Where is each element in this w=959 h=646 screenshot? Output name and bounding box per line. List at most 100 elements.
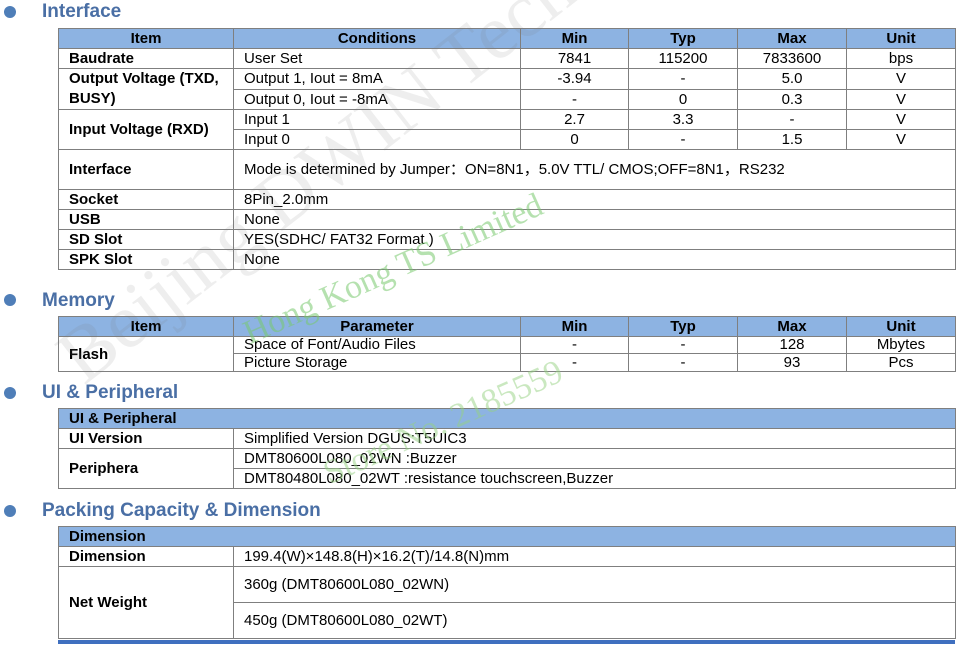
typ-cell: - xyxy=(628,353,738,372)
min-cell: - xyxy=(520,88,629,110)
bullet-icon xyxy=(4,505,16,517)
value-cell: None xyxy=(233,209,956,230)
table-row: SPK Slot None xyxy=(58,249,956,270)
max-cell: 5.0 xyxy=(737,68,847,90)
col-header: Unit xyxy=(846,316,956,337)
max-cell: 7833600 xyxy=(737,48,847,69)
col-header: Max xyxy=(737,28,847,49)
table-row: Dimension 199.4(W)×148.8(H)×16.2(T)/14.8… xyxy=(58,546,956,567)
value-cell: 450g (DMT80600L080_02WT) xyxy=(233,602,956,639)
section-title-packing: Packing Capacity & Dimension xyxy=(42,500,321,521)
value-cell: DMT80600L080_02WN :Buzzer xyxy=(232,448,957,469)
value-cell: DMT80480L080_02WT :resistance touchscree… xyxy=(232,468,957,489)
section-title-memory: Memory xyxy=(42,290,115,311)
table-row: Periphera DMT80600L080_02WN :Buzzer xyxy=(58,448,957,489)
condition-cell: Output 1, Iout = 8mA xyxy=(233,68,521,90)
unit-cell: V xyxy=(846,68,956,90)
col-header: Unit xyxy=(846,28,956,49)
table-header-row: Dimension xyxy=(58,526,956,547)
packing-table: Dimension Dimension 199.4(W)×148.8(H)×16… xyxy=(58,526,956,639)
table-header-row: Item Conditions Min Typ Max Unit xyxy=(58,28,956,49)
col-header: Typ xyxy=(628,316,738,337)
condition-cell: Input 1 xyxy=(233,109,521,130)
value-cell: 199.4(W)×148.8(H)×16.2(T)/14.8(N)mm xyxy=(233,546,956,567)
memory-table: Item Parameter Min Typ Max Unit Flash Sp… xyxy=(58,316,956,372)
typ-cell: - xyxy=(628,336,738,354)
condition-cell: User Set xyxy=(233,48,521,69)
table-row: Flash Space of Font/Audio Files - - 128 … xyxy=(58,336,956,372)
typ-cell: - xyxy=(628,68,738,90)
typ-cell: - xyxy=(628,129,738,150)
bullet-icon xyxy=(4,6,16,18)
item-cell: Input Voltage (RXD) xyxy=(58,109,234,150)
table-header-row: Item Parameter Min Typ Max Unit xyxy=(58,316,956,337)
table-header: Dimension xyxy=(58,526,956,547)
table-row: Socket 8Pin_2.0mm xyxy=(58,189,956,210)
table-row: Interface Mode is determined by Jumper：O… xyxy=(58,149,956,190)
col-header: Parameter xyxy=(233,316,521,337)
table-row: Net Weight 360g (DMT80600L080_02WN) xyxy=(58,566,956,639)
max-cell: 0.3 xyxy=(737,88,847,110)
col-header: Max xyxy=(737,316,847,337)
section-title-ui-peripheral: UI & Peripheral xyxy=(42,382,179,403)
col-header: Min xyxy=(520,28,629,49)
max-cell: 128 xyxy=(737,336,847,354)
unit-cell: Pcs xyxy=(846,353,956,372)
max-cell: - xyxy=(737,109,847,130)
bullet-icon xyxy=(4,294,16,306)
col-header: Min xyxy=(520,316,629,337)
min-cell: 2.7 xyxy=(520,109,629,130)
condition-cell: Input 0 xyxy=(233,129,521,150)
item-cell: SPK Slot xyxy=(58,249,234,270)
parameter-cell: Space of Font/Audio Files xyxy=(233,336,521,354)
item-cell: Interface xyxy=(58,149,234,190)
item-cell: Periphera xyxy=(58,448,234,489)
unit-cell: V xyxy=(846,129,956,150)
min-cell: - xyxy=(520,353,629,372)
table-row: Input Voltage (RXD) Input 1 2.7 3.3 - V xyxy=(58,109,956,150)
max-cell: 1.5 xyxy=(737,129,847,150)
value-cell: Simplified Version DGUS:T5UIC3 xyxy=(232,428,957,449)
max-cell: 93 xyxy=(737,353,847,372)
value-cell: None xyxy=(233,249,956,270)
min-cell: -3.94 xyxy=(520,68,629,90)
min-cell: 7841 xyxy=(520,48,629,69)
table-header-row: UI & Peripheral xyxy=(57,408,957,429)
value-cell: 8Pin_2.0mm xyxy=(233,189,956,210)
item-cell: USB xyxy=(58,209,234,230)
typ-cell: 3.3 xyxy=(628,109,738,130)
unit-cell: V xyxy=(846,109,956,130)
item-cell: Dimension xyxy=(58,546,234,567)
condition-cell: Output 0, Iout = -8mA xyxy=(233,88,521,110)
item-cell: Flash xyxy=(58,336,234,372)
typ-cell: 115200 xyxy=(628,48,738,69)
col-header: Item xyxy=(58,28,234,49)
bullet-icon xyxy=(4,387,16,399)
table-row: Output Voltage (TXD, BUSY) Output 1, Iou… xyxy=(58,68,956,110)
table-row: Baudrate User Set 7841 115200 7833600 bp… xyxy=(58,48,956,69)
item-cell: Socket xyxy=(58,189,234,210)
table-row: UI Version Simplified Version DGUS:T5UIC… xyxy=(58,428,957,449)
item-cell: Output Voltage (TXD, BUSY) xyxy=(58,68,234,110)
unit-cell: Mbytes xyxy=(846,336,956,354)
value-cell: Mode is determined by Jumper：ON=8N1，5.0V… xyxy=(233,149,956,190)
interface-table: Item Conditions Min Typ Max Unit Baudrat… xyxy=(58,28,956,270)
ui-peripheral-table: UI & Peripheral UI Version Simplified Ve… xyxy=(57,408,957,489)
typ-cell: 0 xyxy=(628,88,738,110)
table-header: UI & Peripheral xyxy=(57,408,957,429)
col-header: Typ xyxy=(628,28,738,49)
col-header: Conditions xyxy=(233,28,521,49)
item-cell: SD Slot xyxy=(58,229,234,250)
min-cell: - xyxy=(520,336,629,354)
item-cell: UI Version xyxy=(58,428,234,449)
value-cell: YES(SDHC/ FAT32 Format ) xyxy=(233,229,956,250)
parameter-cell: Picture Storage xyxy=(233,353,521,372)
bottom-rule xyxy=(58,640,955,644)
section-title-interface: Interface xyxy=(42,1,122,22)
table-row: USB None xyxy=(58,209,956,230)
table-row: SD Slot YES(SDHC/ FAT32 Format ) xyxy=(58,229,956,250)
unit-cell: bps xyxy=(846,48,956,69)
value-cell: 360g (DMT80600L080_02WN) xyxy=(233,566,956,603)
min-cell: 0 xyxy=(520,129,629,150)
unit-cell: V xyxy=(846,88,956,110)
